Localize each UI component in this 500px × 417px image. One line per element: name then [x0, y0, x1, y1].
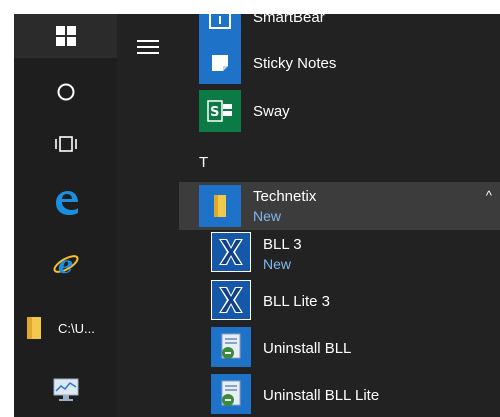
bll-x-icon [211, 232, 251, 272]
sway-icon: S [199, 90, 241, 132]
explorer-path-label: C:\U... [58, 320, 95, 336]
windows-logo-icon [55, 26, 76, 46]
app-name: Sticky Notes [253, 55, 337, 72]
app-name: BLL Lite 3 [263, 293, 330, 310]
task-view-button[interactable] [14, 122, 117, 166]
app-name: Sway [253, 103, 290, 120]
folder-subitem-bll-3[interactable]: BLL 3 New [117, 232, 500, 278]
task-view-icon [54, 136, 77, 152]
sticky-notes-icon [199, 42, 241, 84]
edge-taskbar-button[interactable] [14, 180, 117, 224]
folder-name: Technetix [253, 188, 317, 205]
smartbear-icon [199, 14, 241, 42]
new-badge: New [263, 256, 292, 272]
start-button[interactable] [14, 14, 117, 58]
performance-monitor-button[interactable] [14, 368, 117, 412]
monitor-icon [53, 378, 78, 401]
internet-explorer-button[interactable]: e [14, 242, 117, 286]
folder-item-technetix[interactable]: Technetix New ^ [179, 182, 500, 230]
uninstall-icon [211, 374, 251, 414]
chevron-up-icon[interactable]: ^ [486, 188, 492, 203]
app-name: Uninstall BLL [263, 340, 352, 357]
file-explorer-button[interactable]: C:\U... [14, 306, 117, 350]
section-letter-header[interactable]: T [199, 154, 208, 171]
folder-subitem-uninstall-bll[interactable]: Uninstall BLL [117, 327, 500, 373]
taskbar: e C:\U... [14, 14, 117, 417]
svg-text:e: e [58, 250, 73, 279]
edge-icon [55, 191, 78, 215]
start-menu-window: e C:\U... SmartBear Sticky Notes S Sway … [14, 14, 500, 417]
folder-subitem-uninstall-bll-lite[interactable]: Uninstall BLL Lite [117, 374, 500, 417]
app-name: BLL 3 [263, 236, 302, 253]
start-menu-app-list: SmartBear Sticky Notes S Sway T Techneti… [117, 14, 500, 417]
app-name: SmartBear [253, 14, 325, 26]
app-item-sway[interactable]: S Sway [117, 90, 500, 136]
internet-explorer-icon: e [52, 250, 79, 279]
uninstall-icon [211, 327, 251, 367]
folder-icon [199, 185, 241, 227]
cortana-button[interactable] [14, 70, 117, 114]
app-item-sticky-notes[interactable]: Sticky Notes [117, 42, 500, 88]
svg-text:S: S [210, 105, 219, 120]
bll-x-icon [211, 280, 251, 320]
folder-subitem-bll-lite-3[interactable]: BLL Lite 3 [117, 280, 500, 326]
app-name: Uninstall BLL Lite [263, 387, 380, 404]
cortana-circle-icon [57, 83, 74, 101]
folder-icon [27, 317, 41, 339]
new-badge: New [253, 208, 282, 224]
